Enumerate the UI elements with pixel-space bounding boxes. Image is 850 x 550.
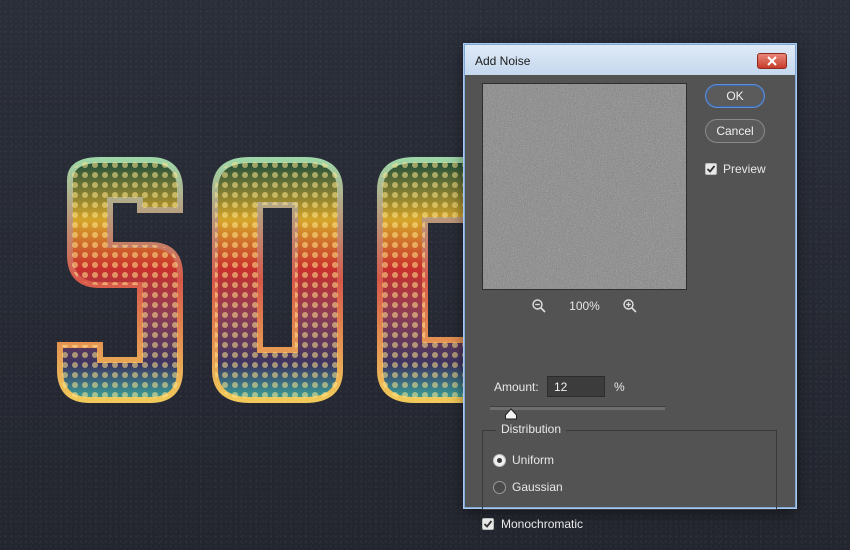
close-button[interactable]	[757, 53, 787, 69]
amount-unit: %	[614, 380, 625, 394]
close-icon	[767, 56, 777, 66]
retro-text-artwork	[57, 157, 470, 403]
amount-label: Amount:	[494, 380, 539, 394]
amount-slider-thumb[interactable]	[504, 408, 518, 420]
dialog-body: 100% OK Cancel Preview Amount: 12 % Dist…	[471, 75, 789, 531]
gaussian-label[interactable]: Gaussian	[512, 480, 563, 494]
dialog-title-bar[interactable]: Add Noise	[465, 45, 795, 75]
noise-preview-image	[483, 84, 686, 289]
distribution-group	[482, 430, 777, 510]
zoom-out-icon[interactable]	[531, 298, 547, 314]
monochromatic-checkbox[interactable]	[482, 518, 494, 530]
preview-label[interactable]: Preview	[723, 162, 766, 176]
radio-gaussian[interactable]	[493, 481, 506, 494]
noise-preview[interactable]	[482, 83, 687, 290]
zoom-controls: 100%	[482, 298, 687, 314]
zoom-level: 100%	[569, 299, 600, 313]
add-noise-dialog: Add Noise 100% OK Cancel Preview Amount:…	[464, 44, 796, 531]
monochromatic-label[interactable]: Monochromatic	[501, 517, 583, 531]
amount-input[interactable]: 12	[547, 376, 605, 397]
uniform-label[interactable]: Uniform	[512, 453, 554, 467]
radio-uniform[interactable]	[493, 454, 506, 467]
ok-button[interactable]: OK	[705, 84, 765, 108]
checkmark-icon	[483, 520, 493, 528]
preview-checkbox[interactable]	[705, 163, 717, 175]
checkmark-icon	[706, 165, 716, 173]
distribution-title: Distribution	[496, 422, 567, 436]
dialog-title: Add Noise	[475, 54, 531, 68]
zoom-in-icon[interactable]	[622, 298, 638, 314]
cancel-button[interactable]: Cancel	[705, 119, 765, 143]
